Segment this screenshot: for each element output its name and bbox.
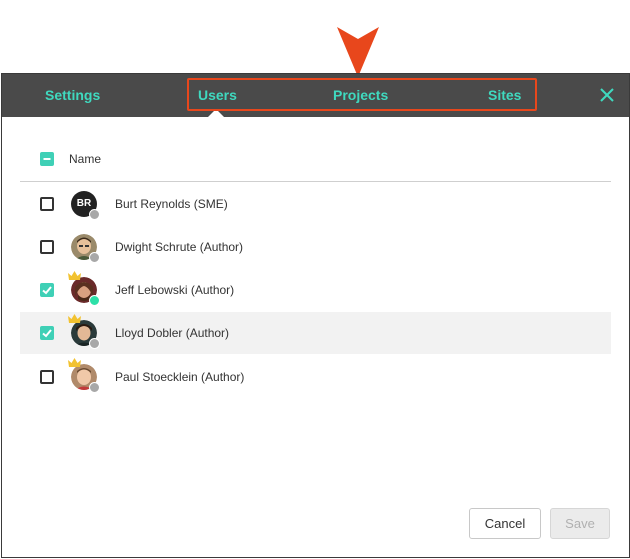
row-checkbox[interactable] — [40, 240, 54, 254]
user-name: Paul Stoecklein (Author) — [115, 370, 245, 384]
tab-sites[interactable]: Sites — [488, 74, 521, 117]
table-row[interactable]: Lloyd Dobler (Author) — [20, 312, 611, 354]
avatar — [68, 314, 100, 349]
status-offline-icon — [89, 382, 100, 393]
row-checkbox[interactable] — [40, 326, 54, 340]
pointer-arrow-icon — [337, 27, 379, 77]
table-row[interactable]: Paul Stoecklein (Author) — [20, 356, 611, 398]
avatar — [71, 234, 100, 263]
save-button[interactable]: Save — [550, 508, 610, 539]
user-name: Burt Reynolds (SME) — [115, 197, 228, 211]
table-row[interactable]: Jeff Lebowski (Author) — [20, 269, 611, 311]
tab-bar: Settings Users Projects Sites — [2, 74, 629, 117]
crown-icon — [68, 358, 81, 367]
users-dialog: Settings Users Projects Sites Name BR Bu… — [1, 73, 630, 558]
table-row[interactable]: Dwight Schrute (Author) — [20, 226, 611, 268]
avatar: BR — [71, 191, 100, 220]
avatar — [68, 271, 100, 306]
row-checkbox[interactable] — [40, 370, 54, 384]
select-all-checkbox[interactable] — [40, 152, 54, 166]
user-name: Jeff Lebowski (Author) — [115, 283, 235, 297]
name-column-header: Name — [69, 152, 102, 166]
status-offline-icon — [89, 338, 100, 349]
table-row[interactable]: BR Burt Reynolds (SME) — [20, 183, 611, 225]
avatar — [68, 358, 100, 393]
tab-settings[interactable]: Settings — [45, 74, 100, 117]
crown-icon — [68, 314, 81, 323]
close-icon[interactable] — [598, 86, 616, 104]
cancel-button[interactable]: Cancel — [469, 508, 541, 539]
status-offline-icon — [89, 252, 100, 263]
tab-projects[interactable]: Projects — [333, 74, 388, 117]
row-checkbox[interactable] — [40, 197, 54, 211]
status-online-icon — [89, 295, 100, 306]
status-offline-icon — [89, 209, 100, 220]
user-name: Lloyd Dobler (Author) — [115, 326, 230, 340]
crown-icon — [68, 271, 81, 280]
active-tab-indicator — [208, 109, 224, 117]
table-header: Name — [20, 146, 611, 182]
user-name: Dwight Schrute (Author) — [115, 240, 244, 254]
row-checkbox[interactable] — [40, 283, 54, 297]
